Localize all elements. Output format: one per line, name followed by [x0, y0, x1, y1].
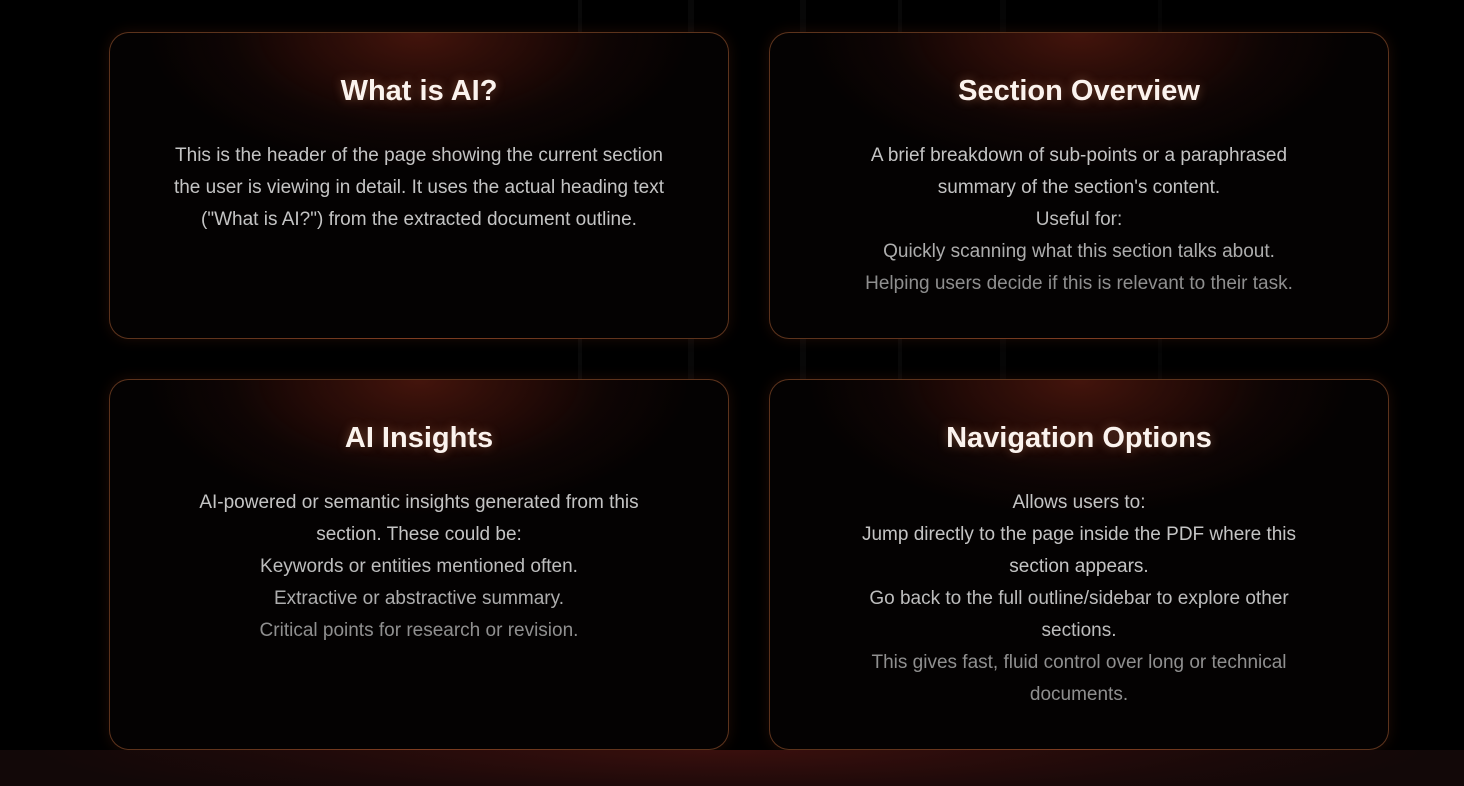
card-text-line: AI-powered or semantic insights generate… — [199, 492, 639, 513]
card-body: Allows users to: Jump directly to the pa… — [770, 487, 1388, 711]
card-title: AI Insights — [344, 422, 494, 454]
card-text-line: Useful for: — [1035, 209, 1123, 230]
card-text-line: ("What is AI?") from the extracted docum… — [201, 209, 637, 230]
card-text-line: sections. — [1041, 620, 1117, 641]
card-text-line: section appears. — [1009, 556, 1149, 577]
card-text-line: section. These could be: — [316, 524, 522, 545]
card-text-line: documents. — [1029, 684, 1129, 705]
card-text-line: Keywords or entities mentioned often. — [260, 556, 578, 577]
page: What is AI? This is the header of the pa… — [0, 0, 1464, 786]
card-navigation-options: Navigation Options Allows users to: Jump… — [769, 379, 1389, 750]
card-text-line: Helping users decide if this is relevant… — [865, 273, 1293, 294]
card-text-line: This gives fast, fluid control over long… — [871, 652, 1287, 673]
card-what-is-ai: What is AI? This is the header of the pa… — [109, 32, 729, 339]
card-text-line: the user is viewing in detail. It uses t… — [173, 177, 665, 198]
card-text-line: Go back to the full outline/sidebar to e… — [869, 588, 1289, 609]
card-body: A brief breakdown of sub-points or a par… — [770, 140, 1388, 300]
card-title: What is AI? — [340, 75, 498, 107]
card-text-line: Extractive or abstractive summary. — [273, 588, 564, 609]
card-section-overview: Section Overview A brief breakdown of su… — [769, 32, 1389, 339]
card-ai-insights: AI Insights AI-powered or semantic insig… — [109, 379, 729, 750]
card-body: This is the header of the page showing t… — [110, 140, 728, 236]
card-text-line: Jump directly to the page inside the PDF… — [861, 524, 1297, 545]
card-title: Section Overview — [958, 75, 1200, 107]
card-text-line: This is the header of the page showing t… — [175, 145, 663, 166]
card-title: Navigation Options — [946, 422, 1212, 454]
card-text-line: Critical points for research or revision… — [259, 620, 579, 641]
card-text-line: Quickly scanning what this section talks… — [883, 241, 1275, 262]
card-body: AI-powered or semantic insights generate… — [110, 487, 728, 647]
card-text-line: A brief breakdown of sub-points or a par… — [870, 145, 1288, 166]
card-text-line: Allows users to: — [1012, 492, 1146, 513]
card-text-line: summary of the section's content. — [937, 177, 1221, 198]
footer-band — [0, 750, 1464, 786]
